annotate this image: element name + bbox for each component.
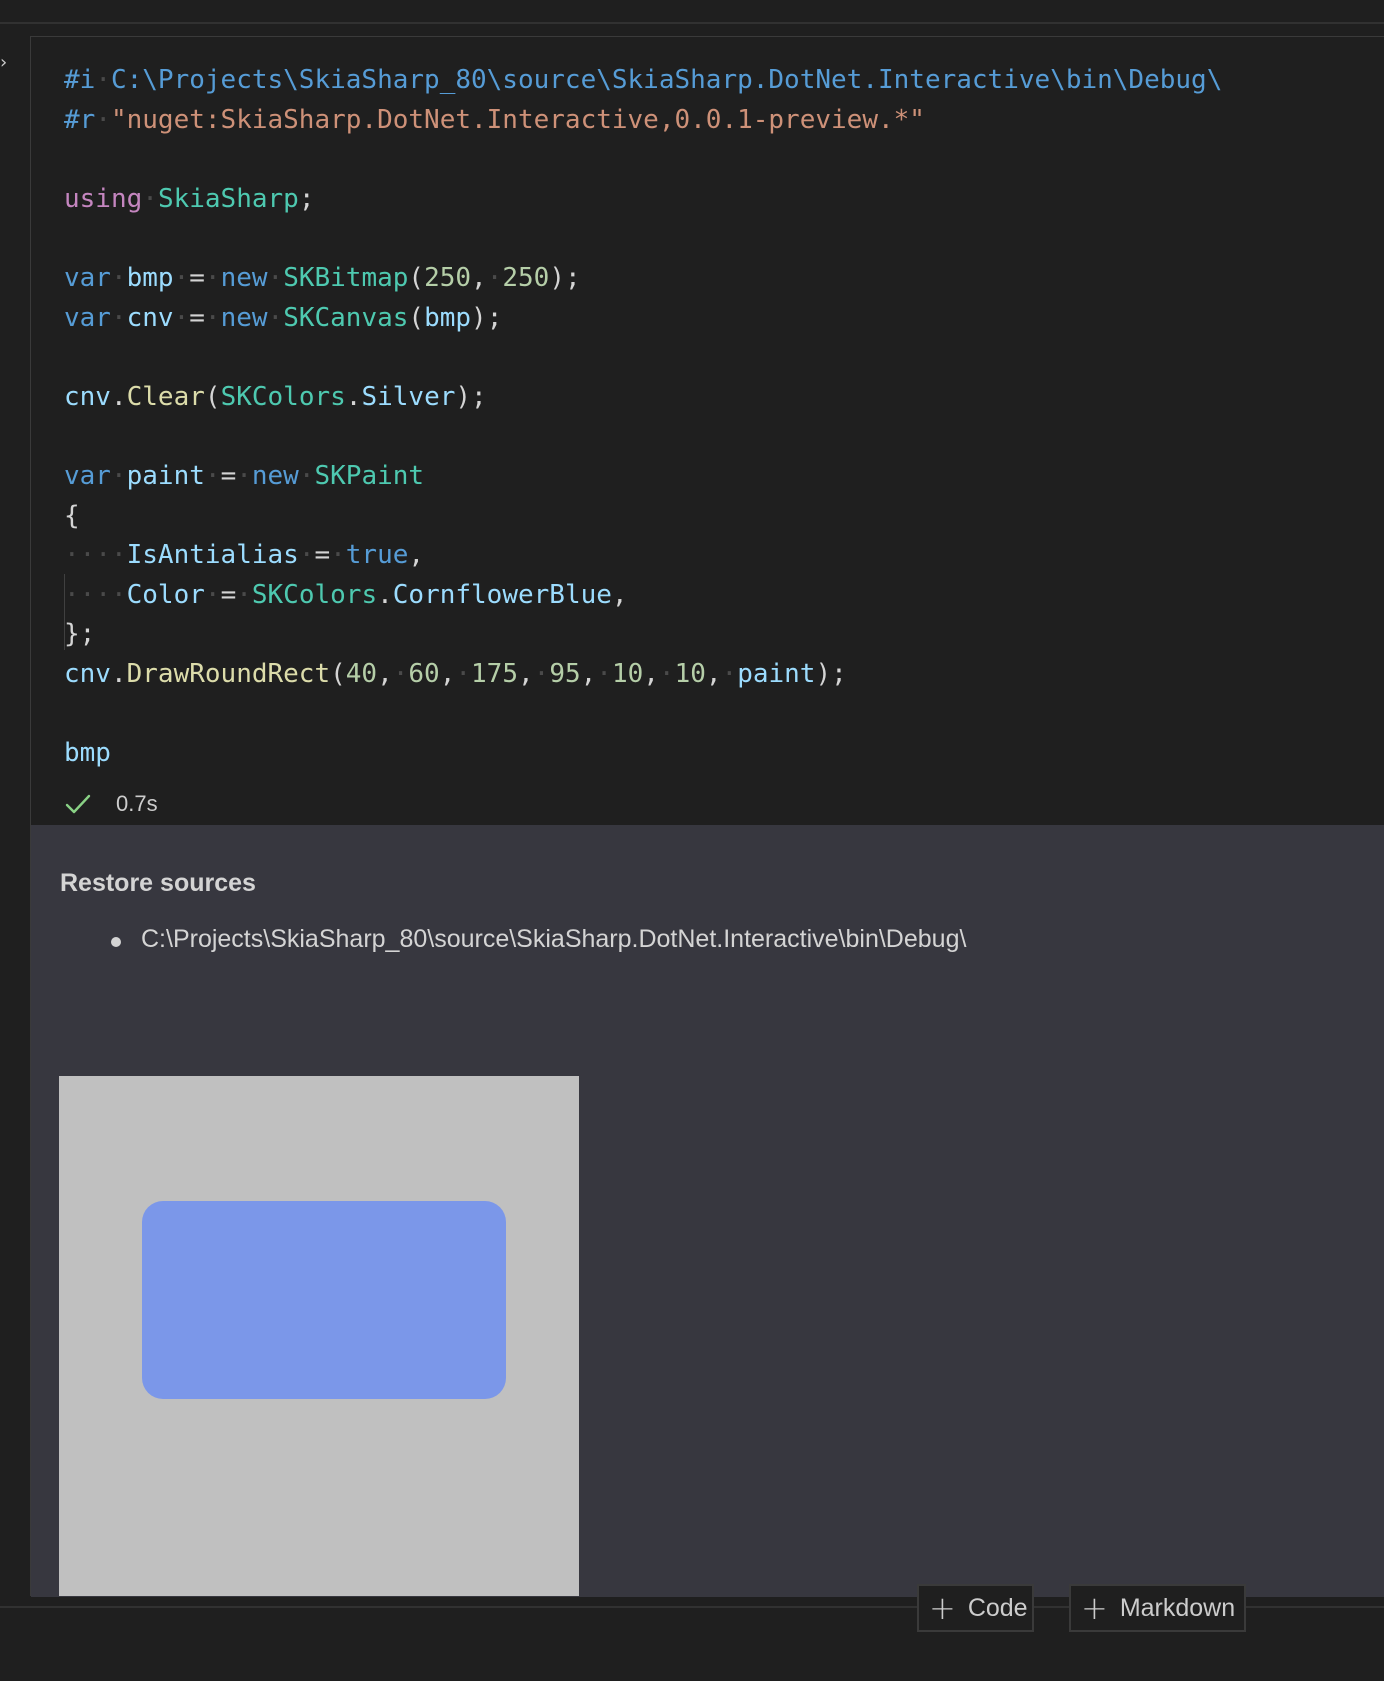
restore-sources-heading: Restore sources [60, 869, 256, 897]
restore-source-path: C:\Projects\SkiaSharp_80\source\SkiaShar… [141, 925, 967, 953]
code-line[interactable]: ····Color·=·SKColors.CornflowerBlue, [64, 576, 1222, 616]
code-line[interactable]: cnv.DrawRoundRect(40,·60,·175,·95,·10,·1… [64, 655, 1222, 695]
code-line[interactable]: bmp [64, 734, 1222, 774]
code-line[interactable]: var·bmp·=·new·SKBitmap(250,·250); [64, 259, 1222, 299]
list-item: C:\Projects\SkiaSharp_80\source\SkiaShar… [111, 925, 966, 954]
execution-time: 0.7s [116, 791, 158, 816]
bullet-icon [111, 937, 121, 947]
cornflower-round-rect [142, 1201, 506, 1399]
code-line[interactable]: ····IsAntialias·=·true, [64, 536, 1222, 576]
cell-output: Restore sources C:\Projects\SkiaSharp_80… [31, 825, 1384, 1597]
notebook-code-cell[interactable]: #i·C:\Projects\SkiaSharp_80\source\SkiaS… [30, 36, 1384, 1597]
add-markdown-cell-button[interactable]: + Markdown [1069, 1584, 1246, 1632]
add-code-cell-button[interactable]: + Code [917, 1584, 1034, 1632]
code-line[interactable] [64, 219, 1222, 259]
plus-icon: + [929, 1589, 956, 1627]
code-line[interactable] [64, 417, 1222, 457]
code-line[interactable]: var·paint·=·new·SKPaint [64, 457, 1222, 497]
code-content[interactable]: #i·C:\Projects\SkiaSharp_80\source\SkiaS… [64, 61, 1222, 774]
check-icon [65, 794, 91, 814]
code-line[interactable]: { [64, 497, 1222, 537]
indent-guide [64, 574, 65, 650]
add-markdown-label: Markdown [1119, 1593, 1236, 1622]
code-line[interactable] [64, 695, 1222, 735]
code-editor[interactable]: #i·C:\Projects\SkiaSharp_80\source\SkiaS… [31, 37, 1384, 825]
top-divider [0, 22, 1384, 24]
code-line[interactable]: #r·"nuget:SkiaSharp.DotNet.Interactive,0… [64, 101, 1222, 141]
code-line[interactable]: }; [64, 615, 1222, 655]
bitmap-output [59, 1076, 579, 1596]
code-line[interactable]: #i·C:\Projects\SkiaSharp_80\source\SkiaS… [64, 61, 1222, 101]
code-line[interactable] [64, 338, 1222, 378]
add-code-label: Code [967, 1593, 1028, 1622]
code-line[interactable]: cnv.Clear(SKColors.Silver); [64, 378, 1222, 418]
plus-icon: + [1081, 1589, 1108, 1627]
chevron-right-icon[interactable]: › [0, 54, 7, 72]
restore-sources-list: C:\Projects\SkiaSharp_80\source\SkiaShar… [111, 925, 966, 954]
code-line[interactable] [64, 140, 1222, 180]
code-line[interactable]: using·SkiaSharp; [64, 180, 1222, 220]
code-line[interactable]: var·cnv·=·new·SKCanvas(bmp); [64, 299, 1222, 339]
execution-status: 0.7s [64, 789, 158, 819]
